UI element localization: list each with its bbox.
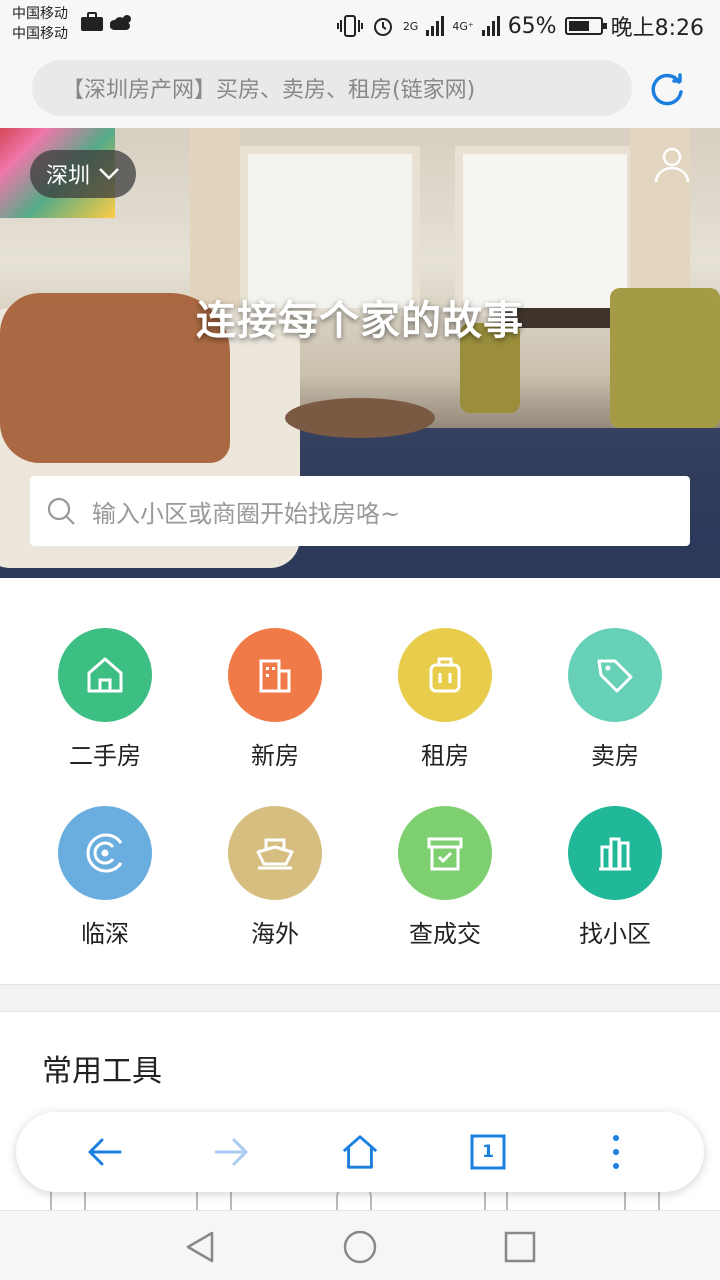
hero-banner: 深圳 连接每个家的故事 输入小区或商圈开始找房咯~ <box>0 128 720 578</box>
browser-url-bar: 【深圳房产网】买房、卖房、租房(链家网) <box>0 50 720 128</box>
carrier-2: 中国移动 <box>12 26 68 42</box>
search-placeholder: 输入小区或商圈开始找房咯~ <box>92 499 401 528</box>
buildings-icon <box>568 806 662 900</box>
search-input[interactable]: 输入小区或商圈开始找房咯~ <box>30 476 690 546</box>
carrier-1: 中国移动 <box>12 6 68 22</box>
status-notification-icons <box>80 12 136 32</box>
menu-button[interactable] <box>596 1132 636 1172</box>
house-icon <box>58 628 152 722</box>
browser-toolbar: 1 <box>16 1112 704 1192</box>
hero-photo-table <box>285 398 435 438</box>
target-icon <box>58 806 152 900</box>
category-label: 临深 <box>81 920 129 948</box>
user-icon[interactable] <box>652 144 692 184</box>
alarm-icon <box>373 18 392 36</box>
page-title: 【深圳房产网】买房、卖房、租房(链家网) <box>62 78 476 103</box>
category-label: 卖房 <box>591 742 639 770</box>
category-zhaoxiaoqu[interactable]: 找小区 <box>530 806 700 949</box>
category-label: 海外 <box>251 920 299 948</box>
tabs-button[interactable]: 1 <box>468 1132 508 1172</box>
vibrate-icon <box>336 15 363 37</box>
system-navigation-bar <box>0 1210 720 1280</box>
back-button[interactable] <box>84 1132 124 1172</box>
refresh-icon[interactable] <box>646 68 688 110</box>
status-bar: 中国移动 中国移动 2G 4G⁺ 65% 晚上8:26 <box>0 0 720 50</box>
category-chachengjiao[interactable]: 查成交 <box>360 806 530 949</box>
city-name: 深圳 <box>46 164 91 189</box>
network-type-2: 4G⁺ <box>452 19 474 33</box>
search-icon <box>47 497 75 525</box>
section-divider <box>0 984 720 1012</box>
system-home-icon[interactable] <box>342 1229 378 1265</box>
more-vertical-icon <box>613 1135 619 1169</box>
forward-button[interactable] <box>212 1132 252 1172</box>
system-back-icon[interactable] <box>182 1229 218 1265</box>
clock: 晚上8:26 <box>610 16 704 41</box>
category-linshen[interactable]: 临深 <box>20 806 190 949</box>
tag-icon <box>568 628 662 722</box>
home-button[interactable] <box>340 1132 380 1172</box>
signal-icon-2 <box>481 16 500 36</box>
category-label: 查成交 <box>409 920 481 948</box>
category-xinfang[interactable]: 新房 <box>190 628 360 771</box>
category-label: 新房 <box>251 742 299 770</box>
category-maifang[interactable]: 卖房 <box>530 628 700 771</box>
category-haiwai[interactable]: 海外 <box>190 806 360 949</box>
category-zufang[interactable]: 租房 <box>360 628 530 771</box>
weather-cloud-icon <box>110 15 131 30</box>
home-icon <box>342 1135 378 1169</box>
building-icon <box>228 628 322 722</box>
category-ershoufang[interactable]: 二手房 <box>20 628 190 771</box>
briefcase-icon <box>81 12 103 31</box>
category-label: 租房 <box>421 742 469 770</box>
network-type-1: 2G <box>402 19 419 33</box>
arrow-left-icon <box>88 1138 122 1166</box>
archive-icon <box>398 806 492 900</box>
category-grid: 二手房 新房 租房 卖房 临深 海外 查成交 找小区 <box>0 578 720 984</box>
ship-icon <box>228 806 322 900</box>
luggage-icon <box>398 628 492 722</box>
signal-icon <box>426 16 445 36</box>
hero-slogan: 连接每个家的故事 <box>196 298 524 344</box>
arrow-right-icon <box>214 1138 248 1166</box>
category-label: 二手房 <box>69 742 141 770</box>
chevron-down-icon <box>99 168 119 180</box>
battery-icon <box>564 17 607 35</box>
tab-count: 1 <box>482 1142 494 1162</box>
battery-percent: 65% <box>507 13 557 39</box>
address-field[interactable]: 【深圳房产网】买房、卖房、租房(链家网) <box>32 60 632 116</box>
status-right-group: 2G 4G⁺ 65% 晚上8:26 <box>336 10 704 42</box>
system-recents-icon[interactable] <box>502 1229 538 1265</box>
city-selector[interactable]: 深圳 <box>30 150 137 198</box>
tools-section-title: 常用工具 <box>42 1054 162 1089</box>
category-label: 找小区 <box>579 920 651 948</box>
